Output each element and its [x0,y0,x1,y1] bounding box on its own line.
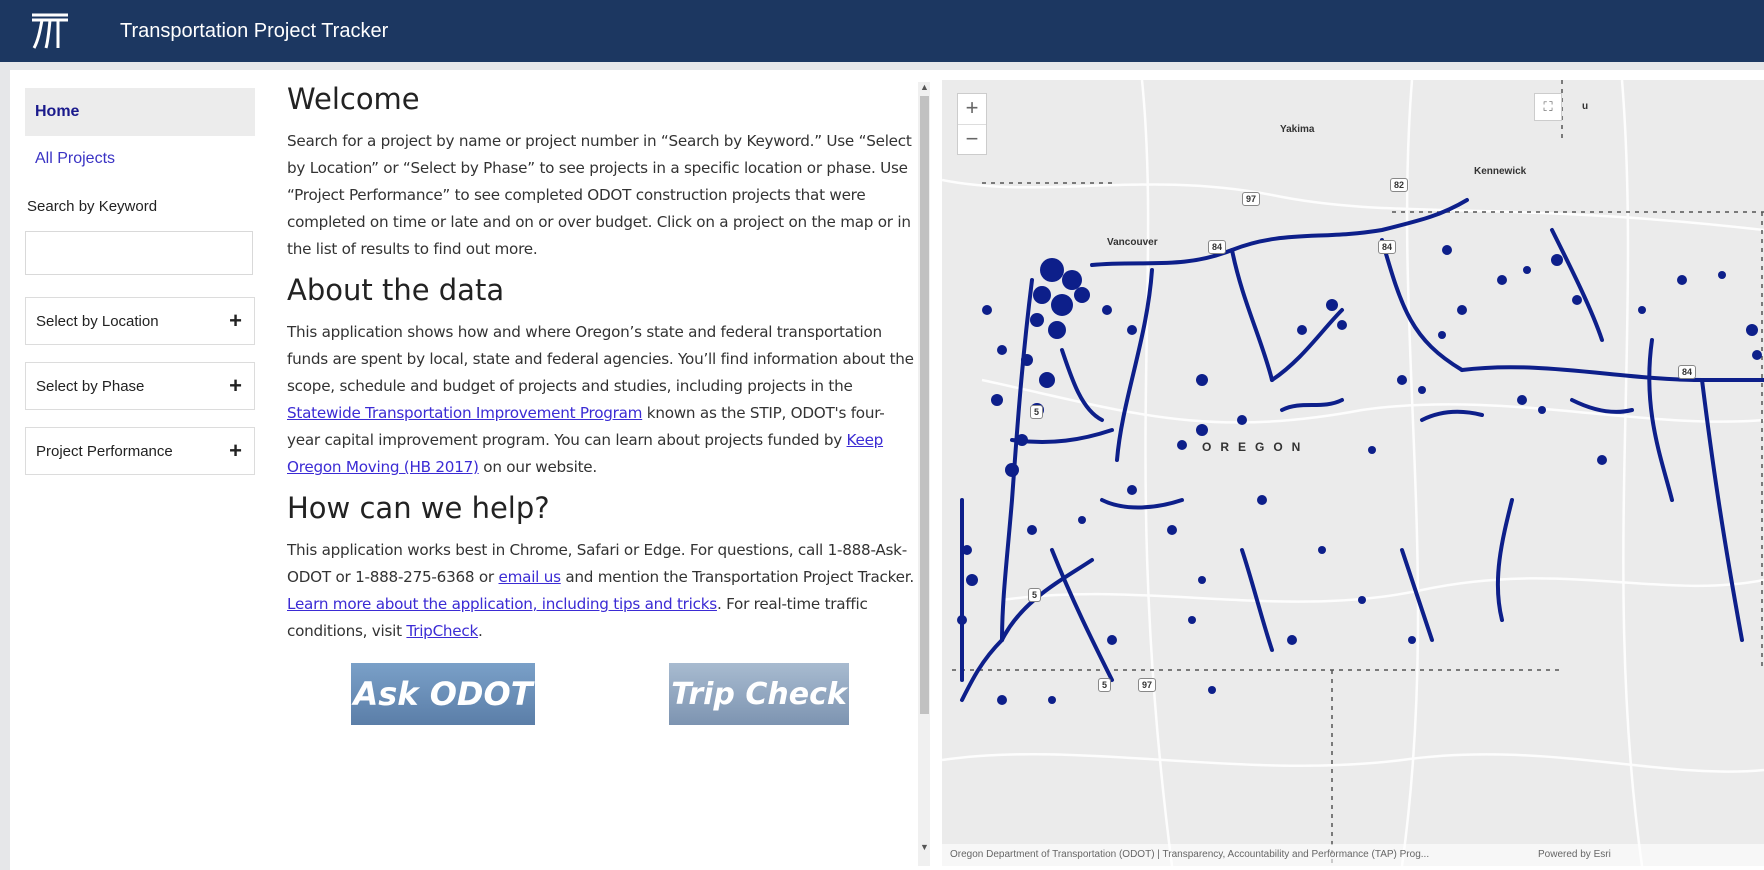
zoom-out-button[interactable]: − [958,124,986,154]
map-label-vancouver: Vancouver [1107,237,1158,248]
app-header: Transportation Project Tracker [0,0,1764,62]
stip-link[interactable]: Statewide Transportation Improvement Pro… [287,404,642,422]
project-performance-accordion[interactable]: Project Performance + [25,427,255,475]
interstate-82-shield: 82 [1390,178,1409,192]
ask-odot-badge[interactable]: Ask ODOT [351,663,535,725]
welcome-heading: Welcome [287,82,420,116]
accordion-label: Select by Phase [36,377,145,395]
select-by-location-accordion[interactable]: Select by Location + [25,297,255,345]
tripcheck-badge[interactable]: Trip Check [669,663,849,725]
interstate-84-shield: 84 [1208,240,1227,254]
help-heading: How can we help? [287,491,550,525]
accordion-label: Select by Location [36,312,159,330]
plus-icon: + [229,308,242,333]
map-label-cut-off: u [1582,101,1589,112]
badges: Ask ODOT Trip Check [287,655,917,725]
nav-all-projects[interactable]: All Projects [25,136,255,182]
interstate-84-shield: 84 [1378,240,1397,254]
about-heading: About the data [287,273,505,307]
project-map[interactable]: + − ⛶ Yakima Kennewick Vancouver u OREGO… [942,80,1764,866]
zoom-controls: + − [957,93,987,155]
zoom-in-button[interactable]: + [958,94,986,124]
odot-logo-icon [24,5,76,57]
interstate-5-shield: 5 [1028,588,1042,602]
welcome-text: Search for a project by name or project … [287,132,912,258]
nav-home[interactable]: Home [25,88,255,136]
email-link[interactable]: email us [499,568,562,586]
accordion-label: Project Performance [36,442,173,460]
scroll-down-icon[interactable]: ▼ [920,842,929,852]
map-label-kennewick: Kennewick [1474,166,1527,177]
us-97-shield: 97 [1242,192,1261,206]
search-label: Search by Keyword [27,198,158,215]
map-attribution: Oregon Department of Transportation (ODO… [942,844,1764,866]
map-label-oregon: OREGON [1202,440,1310,454]
interstate-5-shield: 5 [1098,678,1112,692]
help-text: This application works best in Chrome, S… [287,541,914,640]
map-label-yakima: Yakima [1280,124,1315,135]
sidebar: Home All Projects Search by Keyword Sele… [25,88,255,475]
us-97-shield: 97 [1138,678,1157,692]
learn-more-link[interactable]: Learn more about the application, includ… [287,595,717,613]
interstate-84-shield: 84 [1678,365,1697,379]
map-canvas[interactable] [942,80,1764,866]
search-input[interactable] [25,231,253,275]
interstate-5-shield: 5 [1030,405,1044,419]
plus-icon: + [229,373,242,398]
fullscreen-icon[interactable]: ⛶ [1534,93,1562,121]
plus-icon: + [229,438,242,463]
scroll-thumb[interactable] [920,96,929,714]
app-title: Transportation Project Tracker [120,19,389,42]
scroll-up-icon[interactable]: ▲ [920,82,929,92]
select-by-phase-accordion[interactable]: Select by Phase + [25,362,255,410]
tripcheck-link[interactable]: TripCheck [406,622,478,640]
info-content: Welcome Search for a project by name or … [287,82,917,866]
about-text: This application shows how and where Ore… [287,323,914,476]
